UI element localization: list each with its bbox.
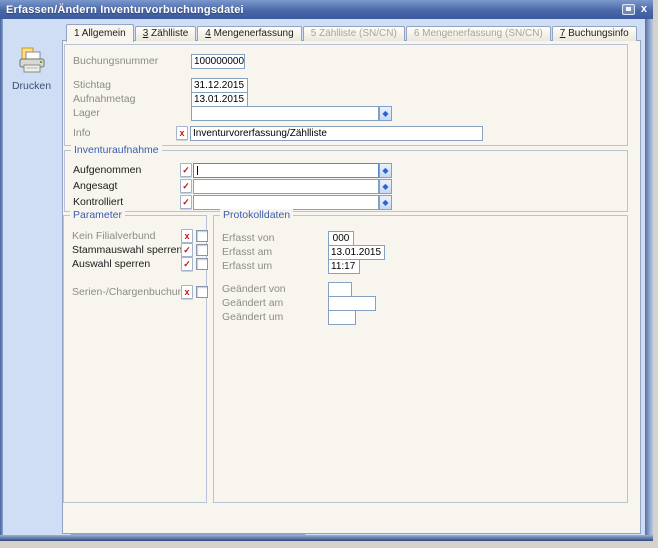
serien-chargenbuchung-label: Serien-/Chargenbuchung	[72, 286, 189, 298]
check-note-icon[interactable]: ✓	[181, 243, 193, 257]
kein-filialverbund-label: Kein Filialverbund	[72, 230, 155, 242]
group-general: Buchungsnummer 1000000002 Stichtag 31.12…	[64, 44, 628, 146]
erfasst-am-label: Erfasst am	[222, 246, 272, 258]
cross-note-icon[interactable]: x	[176, 126, 188, 140]
kontrolliert-lookup-button[interactable]: ◆	[379, 195, 392, 210]
group-inventuraufnahme-title: Inventuraufnahme	[71, 144, 162, 156]
info-field[interactable]: Inventurvorerfassung/Zählliste	[190, 126, 483, 141]
lager-label: Lager	[73, 107, 100, 119]
erfasst-um-label: Erfasst um	[222, 260, 272, 272]
window-border-right	[645, 19, 653, 535]
erfasst-am-field: 13.01.2015 /Di	[328, 245, 385, 260]
window-border-bottom	[0, 535, 653, 541]
geaendert-um-label: Geändert um	[222, 311, 283, 323]
kein-filialverbund-checkbox[interactable]	[196, 230, 208, 242]
print-button[interactable]: Drucken	[3, 47, 60, 92]
check-note-icon[interactable]: ✓	[180, 195, 192, 209]
tab-bar: 1 Allgemein 3 Zählliste 4 Mengenerfassun…	[66, 23, 638, 41]
restore-icon[interactable]	[622, 4, 635, 15]
tab-mengenerfassung-sncn: 6 Mengenerfassung (SN/CN)	[406, 26, 551, 41]
stammauswahl-sperren-checkbox[interactable]	[196, 244, 208, 256]
angesagt-combobox[interactable]	[193, 179, 379, 194]
kontrolliert-label: Kontrolliert	[73, 196, 123, 208]
printer-icon	[16, 47, 48, 74]
angesagt-label: Angesagt	[73, 180, 117, 192]
cross-note-icon[interactable]: x	[181, 229, 193, 243]
group-parameter-title: Parameter	[70, 209, 125, 221]
text-caret	[197, 166, 198, 175]
aufgenommen-combobox[interactable]	[193, 163, 379, 178]
group-inventuraufnahme: Inventuraufnahme Aufgenommen ✓ ◆ Angesag…	[64, 150, 628, 212]
tab-zaehlliste-sncn: 5 Zählliste (SN/CN)	[303, 26, 405, 41]
lager-lookup-button[interactable]: ◆	[379, 106, 392, 121]
lookup-icon: ◆	[382, 166, 388, 175]
info-label: Info	[73, 127, 91, 139]
buchungsnummer-field[interactable]: 1000000002	[191, 54, 245, 69]
window-title: Erfassen/Ändern Inventurvorbuchungsdatei	[6, 4, 244, 16]
restore-icon-inner	[626, 7, 631, 11]
kontrolliert-combobox[interactable]	[193, 195, 379, 210]
title-bar[interactable]: Erfassen/Ändern Inventurvorbuchungsdatei…	[0, 0, 653, 19]
geaendert-um-field	[328, 310, 356, 325]
tab-mengenerfassung[interactable]: 4 Mengenerfassung	[197, 26, 301, 41]
tab-allgemein[interactable]: 1 Allgemein	[66, 24, 134, 42]
cross-note-icon[interactable]: x	[181, 285, 193, 299]
dialog-window: Erfassen/Ändern Inventurvorbuchungsdatei…	[0, 0, 653, 541]
serien-chargenbuchung-checkbox[interactable]	[196, 286, 208, 298]
aufgenommen-label: Aufgenommen	[73, 164, 141, 176]
stichtag-field[interactable]: 31.12.2015 /Do	[191, 78, 248, 93]
check-note-icon[interactable]: ✓	[180, 179, 192, 193]
erfasst-von-field: 000	[328, 231, 354, 246]
aufgenommen-lookup-button[interactable]: ◆	[379, 163, 392, 178]
check-note-icon[interactable]: ✓	[181, 257, 193, 271]
auswahl-sperren-checkbox[interactable]	[196, 258, 208, 270]
toolbar-sidebar: Drucken	[3, 19, 60, 535]
buchungsnummer-label: Buchungsnummer	[73, 55, 158, 67]
aufnahmetag-field[interactable]: 13.01.2015 /Di	[191, 92, 248, 107]
geaendert-am-label: Geändert am	[222, 297, 283, 309]
geaendert-von-label: Geändert von	[222, 283, 286, 295]
lookup-icon: ◆	[382, 109, 388, 118]
stammauswahl-sperren-label: Stammauswahl sperren	[72, 244, 182, 256]
auswahl-sperren-label: Auswahl sperren	[72, 258, 150, 270]
stichtag-label: Stichtag	[73, 79, 111, 91]
group-parameter: Parameter Kein Filialverbund x Stammausw…	[63, 215, 207, 503]
print-button-label: Drucken	[3, 80, 60, 92]
lookup-icon: ◆	[382, 182, 388, 191]
group-protokolldaten-title: Protokolldaten	[220, 209, 293, 221]
aufnahmetag-label: Aufnahmetag	[73, 93, 135, 105]
close-icon[interactable]: x	[641, 4, 647, 15]
check-note-icon[interactable]: ✓	[180, 163, 192, 177]
geaendert-von-field	[328, 282, 352, 297]
geaendert-am-field	[328, 296, 376, 311]
tab-zaehlliste[interactable]: 3 Zählliste	[135, 26, 197, 41]
lookup-icon: ◆	[382, 198, 388, 207]
tab-buchungsinfo[interactable]: 7 Buchungsinfo	[552, 26, 637, 41]
erfasst-um-field: 11:17	[328, 259, 360, 274]
lager-field[interactable]	[191, 106, 379, 121]
group-protokolldaten: Protokolldaten Erfasst von 000 Erfasst a…	[213, 215, 628, 503]
angesagt-lookup-button[interactable]: ◆	[379, 179, 392, 194]
erfasst-von-label: Erfasst von	[222, 232, 275, 244]
